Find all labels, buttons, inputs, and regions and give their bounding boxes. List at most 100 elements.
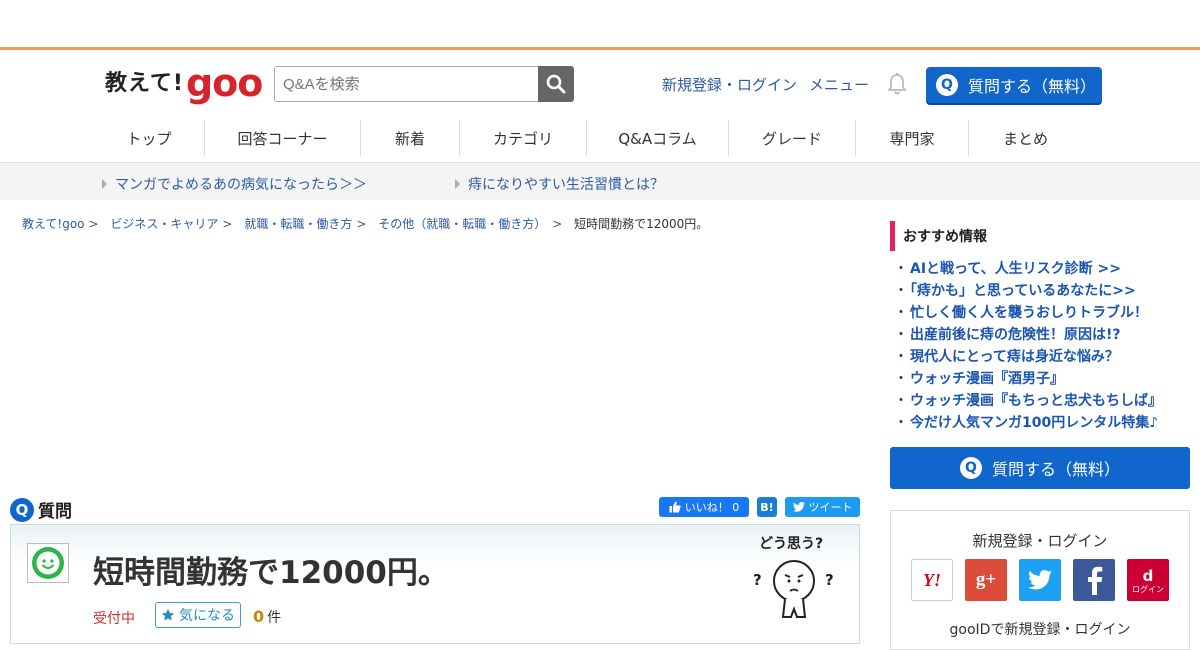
question-q-icon: Q — [959, 457, 982, 479]
bullet: ・ — [894, 261, 908, 277]
nav-item-qa-column[interactable]: Q&Aコラム — [587, 120, 729, 156]
search-bar — [274, 66, 574, 102]
question-q-icon: Q — [936, 74, 958, 96]
watch-button[interactable]: 気になる — [155, 602, 241, 628]
facebook-icon — [1088, 566, 1103, 595]
menu-link[interactable]: メニュー — [809, 74, 869, 95]
recommend-link: 今だけ人気マンガ100円レンタル特集♪ — [910, 415, 1159, 431]
mascot-question-left: ? — [753, 571, 762, 589]
register-login-link[interactable]: 新規登録・ログイン — [662, 74, 797, 95]
google-login-button[interactable]: g+ — [965, 559, 1007, 601]
recommend-heading: おすすめ情報 — [890, 221, 1190, 251]
site-logo[interactable]: 教えて! goo — [105, 61, 263, 105]
bullet: ・ — [894, 371, 908, 387]
nav-item-category[interactable]: カテゴリ — [460, 120, 587, 156]
logo-brand: goo — [185, 61, 263, 105]
nav-item-matome[interactable]: まとめ — [969, 120, 1082, 156]
logo-text: 教えて! — [105, 71, 184, 96]
sidebar-ask-question-button[interactable]: Q 質問する（無料） — [890, 447, 1190, 489]
recommend-link: ウォッチ漫画『もちっと忠犬もちしば』 — [910, 393, 1162, 409]
ask-question-button[interactable]: Q 質問する（無料） — [926, 67, 1102, 103]
breadcrumb-item-jobs[interactable]: 就職・転職・働き方 — [244, 217, 352, 231]
facebook-login-button[interactable] — [1073, 559, 1115, 601]
breadcrumb-item-business[interactable]: ビジネス・キャリア — [110, 217, 218, 231]
question-card: 短時間勤務で12000円。 受付中 気になる 0件 どう思う? ? ? — [10, 524, 860, 644]
recommend-link: 現代人にとって痔は身近な悩み？ — [910, 349, 1119, 365]
tweet-button[interactable]: ツイート — [785, 497, 860, 517]
watch-count: 0件 — [253, 607, 281, 627]
search-input[interactable] — [274, 66, 538, 102]
promo-link-habits[interactable]: 痔になりやすい生活習慣とは？ — [455, 174, 664, 194]
login-title: 新規登録・ログイン — [972, 532, 1108, 550]
list-item[interactable]: ・ウォッチ漫画『もちっと忠犬もちしば』 — [890, 390, 1162, 412]
question-section-label: Q 質問 — [10, 497, 72, 522]
breadcrumb-separator: > — [222, 217, 233, 231]
hatena-bookmark-button[interactable]: B! — [757, 497, 777, 517]
header-accent-rule — [0, 47, 1200, 50]
promo-strip: マンガでよめるあの病気になったら＞＞ 痔になりやすい生活習慣とは？ — [0, 162, 1200, 200]
google-plus-icon: g+ — [975, 569, 997, 590]
breadcrumb-item-other[interactable]: その他（就職・転職・働き方） — [378, 217, 546, 231]
nav-item-grade[interactable]: グレード — [729, 120, 856, 156]
top-blank-area — [0, 0, 1200, 47]
star-icon — [161, 608, 175, 621]
search-icon — [546, 74, 566, 94]
twitter-bird-icon — [1028, 570, 1052, 590]
breadcrumb: 教えて!goo > ビジネス・キャリア > 就職・転職・働き方 > その他（就職・転職… — [22, 215, 708, 232]
promo-link-manga[interactable]: マンガでよめるあの病気になったら＞＞ — [102, 174, 367, 194]
twitter-login-button[interactable] — [1019, 559, 1061, 601]
arrow-right-icon — [455, 179, 460, 189]
list-item[interactable]: ・ AIと戦って、人生リスク診断 >> — [890, 258, 1162, 280]
bullet: ・ — [894, 349, 908, 365]
thinking-mascot-icon: どう思う? ? ? — [753, 536, 834, 618]
watch-count-unit: 件 — [267, 610, 282, 626]
bullet: ・ — [894, 415, 908, 431]
sidebar-ask-label: 質問する（無料） — [991, 460, 1120, 479]
list-item[interactable]: ・出産前後に痔の危険性！原因は!? — [890, 324, 1162, 346]
bullet: ・ — [894, 305, 908, 321]
bullet: ・ — [894, 327, 908, 343]
recommend-link: 出産前後に痔の危険性！原因は!? — [910, 327, 1121, 343]
promo-label: マンガでよめるあの病気になったら＞＞ — [115, 177, 367, 193]
promo-label: 痔になりやすい生活習慣とは？ — [468, 177, 664, 193]
yahoo-login-button[interactable]: Y! — [911, 559, 953, 601]
recommend-link: ウォッチ漫画『酒男子』 — [910, 371, 1064, 387]
bullet: ・ — [894, 393, 908, 409]
arrow-right-icon — [102, 179, 107, 189]
docomo-login-button[interactable]: d ログイン — [1127, 559, 1169, 601]
docomo-d-icon: d — [1142, 566, 1154, 585]
question-label-text: 質問 — [38, 502, 72, 522]
mascot-question-right: ? — [825, 571, 834, 589]
recommend-link: 忙しく働く人を襲うおしりトラブル！ — [910, 305, 1148, 321]
breadcrumb-item-home[interactable]: 教えて!goo — [22, 217, 85, 231]
nav-item-answer-corner[interactable]: 回答コーナー — [205, 120, 361, 156]
list-item[interactable]: ・「痔かも」と思っているあなたに>> — [890, 280, 1162, 302]
nav-item-top[interactable]: トップ — [94, 120, 205, 156]
avatar[interactable] — [27, 543, 69, 583]
breadcrumb-separator: > — [88, 217, 99, 231]
thumbs-up-icon — [669, 501, 681, 513]
docomo-login-label: ログイン — [1132, 584, 1164, 594]
breadcrumb-separator: > — [552, 217, 563, 231]
list-item[interactable]: ・今だけ人気マンガ100円レンタル特集♪ — [890, 412, 1162, 434]
login-panel: 新規登録・ログイン Y! g+ d ログイン gooIDで新規登録・ログイン — [890, 510, 1190, 650]
ask-question-label: 質問する（無料） — [968, 77, 1097, 96]
recommend-list: ・ AIと戦って、人生リスク診断 >> ・「痔かも」と思っているあなたに>> ・忙… — [890, 258, 1162, 434]
nav-item-new[interactable]: 新着 — [361, 120, 460, 156]
like-label: いいね！ 0 — [684, 501, 740, 514]
twitter-bird-icon — [792, 502, 805, 512]
nav-item-experts[interactable]: 専門家 — [856, 120, 969, 156]
yahoo-icon: Y! — [923, 569, 941, 590]
gooid-login-text[interactable]: gooIDで新規登録・ログイン — [891, 619, 1189, 639]
list-item[interactable]: ・現代人にとって痔は身近な悩み？ — [890, 346, 1162, 368]
breadcrumb-separator: > — [356, 217, 367, 231]
list-item[interactable]: ・ウォッチ漫画『酒男子』 — [890, 368, 1162, 390]
search-button[interactable] — [538, 66, 574, 102]
status-badge: 受付中 — [93, 611, 135, 627]
question-q-icon: Q — [10, 497, 34, 522]
mascot-caption: どう思う? — [759, 536, 823, 552]
bell-icon[interactable] — [886, 72, 908, 96]
facebook-like-button[interactable]: いいね！ 0 — [659, 497, 749, 517]
list-item[interactable]: ・忙しく働く人を襲うおしりトラブル！ — [890, 302, 1162, 324]
recommend-link: AIと戦って、人生リスク診断 >> — [910, 261, 1121, 277]
